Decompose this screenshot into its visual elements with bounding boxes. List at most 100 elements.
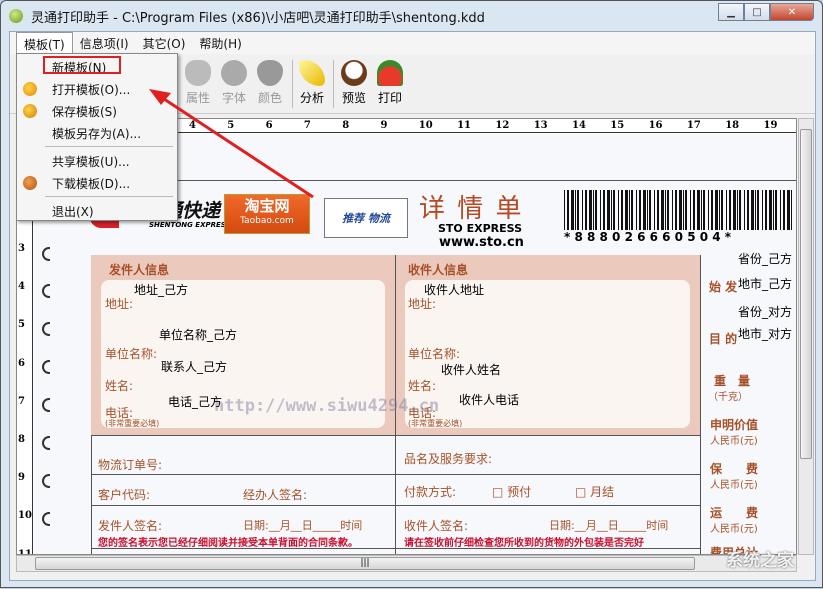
window-title: 灵通打印助手 - C:\Program Files (x86)\小店吧\灵通打印…: [31, 7, 485, 26]
watermelon-icon: [377, 60, 403, 86]
minimize-button[interactable]: ▁: [718, 3, 744, 21]
payment-label: 付款方式:: [404, 483, 456, 500]
menu-item-share-template[interactable]: 共享模板(U)...: [52, 153, 130, 170]
field-prov-self[interactable]: 省份_己方: [738, 250, 792, 267]
barcode-bar: [719, 190, 720, 230]
field-recv-addr[interactable]: 收件人地址: [424, 281, 484, 298]
barcode-bar: [683, 190, 684, 230]
ruler-tick-label: 14: [572, 120, 586, 131]
field-company-self[interactable]: 单位名称_己方: [159, 326, 237, 343]
field-addr-self[interactable]: 地址_己方: [134, 281, 188, 298]
menu-help[interactable]: 帮助(H): [192, 32, 248, 54]
prepaid-checkbox: □ 预付: [492, 483, 531, 500]
field-prov-other[interactable]: 省份_对方: [738, 303, 792, 320]
font-button[interactable]: 字体: [216, 60, 252, 106]
barcode-bar: [589, 190, 592, 230]
ruler-tick-label: 7: [18, 396, 25, 407]
barcode-bar: [629, 190, 630, 230]
horizontal-scroll-thumb[interactable]: |||: [35, 557, 695, 570]
menu-item-exit[interactable]: 退出(X): [52, 203, 94, 220]
tool-label: 打印: [378, 91, 402, 105]
barcode-bar: [675, 190, 677, 230]
ruler-tick-label: 9: [381, 120, 388, 131]
color-button[interactable]: 颜色: [252, 60, 288, 106]
app-apple-icon: [9, 9, 23, 23]
field-city-other[interactable]: 地市_对方: [738, 325, 792, 342]
menu-item-save-as[interactable]: 模板另存为(A)...: [52, 125, 141, 142]
maximize-button[interactable]: □: [744, 3, 770, 21]
barcode-bar: [613, 190, 615, 230]
title-bar: 灵通打印助手 - C:\Program Files (x86)\小店吧\灵通打印…: [1, 1, 822, 31]
barcode-bar: [729, 190, 731, 230]
weight-unit: （千克）: [708, 388, 748, 403]
barcode-bar: [744, 190, 745, 230]
field-city-self[interactable]: 地市_己方: [738, 275, 792, 292]
barcode-bar: [783, 190, 785, 230]
ruler-tick-label: 8: [18, 434, 25, 445]
barcode-bar: [647, 190, 648, 230]
menu-template[interactable]: 模板(T): [16, 32, 73, 54]
taobao-en: Taobao.com: [225, 216, 309, 226]
field-recv-name[interactable]: 收件人姓名: [441, 361, 501, 378]
ruler-tick-label: 15: [610, 120, 624, 131]
field-phone-self[interactable]: 电话_己方: [168, 393, 222, 410]
analyze-button[interactable]: 分析: [294, 60, 330, 106]
barcode-bar: [769, 190, 772, 230]
menu-separator: [45, 146, 173, 147]
rmb-unit: 人民币(元): [710, 476, 758, 491]
field-recv-phone[interactable]: 收件人电话: [459, 391, 519, 408]
barcode-bar: [571, 190, 574, 230]
menu-other[interactable]: 其它(O): [136, 32, 193, 54]
properties-button[interactable]: 属性: [180, 60, 216, 106]
banana-icon: [299, 60, 325, 86]
barcode: [564, 190, 794, 230]
barcode-bar: [701, 190, 702, 230]
menu-item-open-template[interactable]: 打开模板(O)...: [52, 81, 130, 98]
barcode-bar: [739, 190, 741, 230]
menu-info-items[interactable]: 信息项(I): [73, 32, 136, 54]
goods-label: 品名及服务要求:: [404, 450, 492, 467]
cherry-icon: [221, 60, 247, 86]
insurance-label: 保 费: [710, 460, 758, 477]
app-window: 灵通打印助手 - C:\Program Files (x86)\小店吧\灵通打印…: [0, 0, 823, 588]
print-button[interactable]: 打印: [372, 60, 408, 106]
barcode-bar: [780, 190, 781, 230]
close-button[interactable]: ✕: [770, 3, 814, 21]
sender-sign-label: 发件人签名:: [98, 517, 162, 534]
barcode-bar: [621, 190, 623, 230]
horizontal-scrollbar[interactable]: |||: [16, 555, 797, 572]
coconut-icon: [341, 60, 367, 86]
barcode-bar: [697, 190, 700, 230]
barcode-bar: [649, 190, 651, 230]
barcode-bar: [625, 190, 628, 230]
receiver-note: 请在签收前仔细检查您所收到的货物的外包装是否完好: [404, 534, 644, 549]
menu-item-save-template[interactable]: 保存模板(S): [52, 103, 117, 120]
ruler-tick-label: 3: [18, 243, 25, 254]
barcode-bar: [636, 190, 637, 230]
rmb-unit: 人民币(元): [710, 432, 758, 447]
barcode-bar: [679, 190, 682, 230]
menu-item-download-template[interactable]: 下载模板(D)...: [52, 175, 130, 192]
ruler-tick-label: 5: [18, 319, 25, 330]
barcode-bar: [791, 190, 792, 230]
barcode-bar: [690, 190, 691, 230]
tool-label: 分析: [300, 91, 324, 105]
tool-label: 字体: [222, 91, 246, 105]
barcode-bar: [757, 190, 759, 230]
toolbar-separator: [333, 60, 334, 108]
barcode-bar: [575, 190, 576, 230]
barcode-number: * 8 8 8 0 2 6 6 6 0 5 0 4 *: [564, 230, 731, 244]
barcode-bar: [639, 190, 641, 230]
barcode-bar: [721, 190, 723, 230]
vertical-scroll-thumb[interactable]: [800, 129, 812, 459]
punch-hole: [42, 360, 50, 374]
corner-watermark: 系统之家: [726, 546, 794, 571]
ruler-tick-label: 9: [18, 472, 25, 483]
barcode-bar: [577, 190, 579, 230]
preview-button[interactable]: 预览: [336, 60, 372, 106]
taobao-logo: 淘宝网Taobao.com: [224, 194, 310, 234]
barcode-bar: [654, 190, 655, 230]
vertical-scrollbar[interactable]: [798, 118, 814, 555]
punch-hole: [42, 284, 50, 298]
field-contact-self[interactable]: 联系人_己方: [161, 358, 227, 375]
